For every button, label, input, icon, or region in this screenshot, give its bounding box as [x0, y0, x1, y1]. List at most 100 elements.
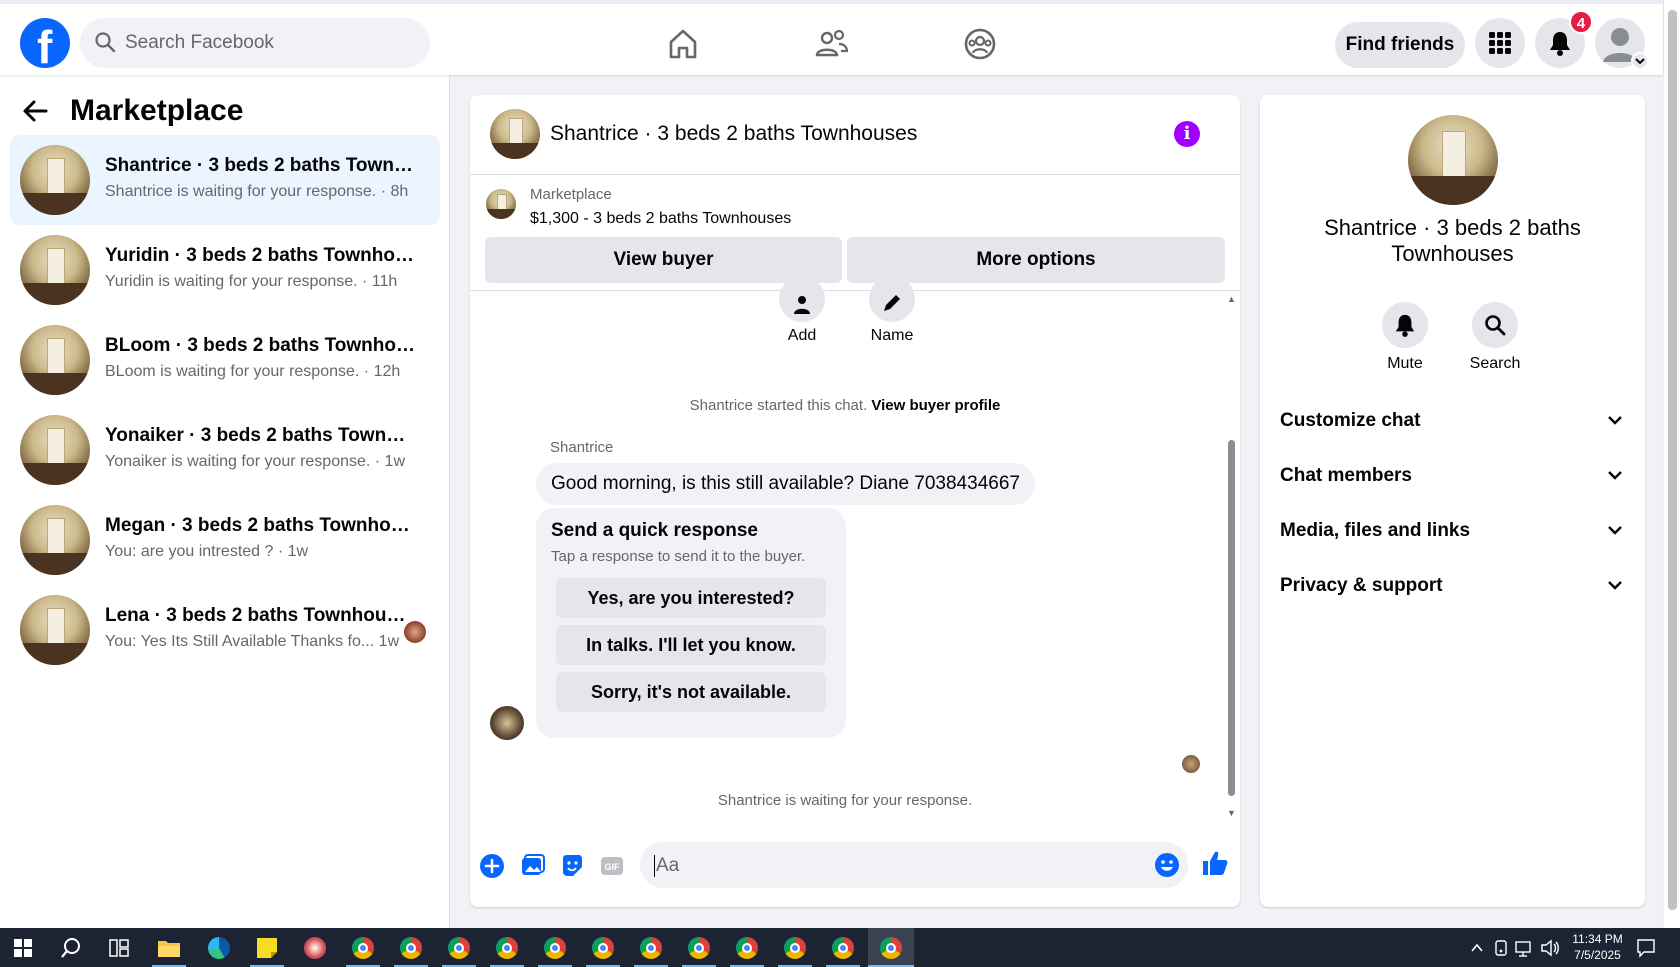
view-buyer-button[interactable]: View buyer [485, 237, 842, 283]
chrome-window[interactable] [724, 928, 770, 967]
listing-avatar [20, 505, 90, 575]
chat-title[interactable]: Shantrice · 3 beds 2 baths Townhouses [550, 122, 917, 146]
mute-button[interactable] [1382, 302, 1428, 348]
add-button[interactable] [779, 276, 825, 322]
chevron-down-icon [1608, 471, 1622, 480]
find-friends-button[interactable]: Find friends [1335, 22, 1465, 68]
chat-panel: Shantrice · 3 beds 2 baths Townhouses i … [470, 95, 1240, 907]
sticky-notes-app[interactable] [244, 928, 290, 967]
chrome-window[interactable] [388, 928, 434, 967]
chat-members-section[interactable]: Chat members [1280, 455, 1625, 495]
chat-started-notice: Shantrice started this chat. View buyer … [470, 397, 1220, 414]
conversation-item[interactable]: Lena · 3 beds 2 baths Townhouses You: Ye… [10, 585, 440, 675]
cloud-app[interactable] [292, 928, 338, 967]
section-label: Chat members [1280, 465, 1412, 486]
chrome-window[interactable] [820, 928, 866, 967]
task-view-button[interactable] [96, 928, 142, 967]
notification-badge: 4 [1569, 10, 1593, 34]
chrome-window-active[interactable] [868, 928, 914, 967]
chrome-window[interactable] [340, 928, 386, 967]
chrome-window[interactable] [436, 928, 482, 967]
windows-taskbar: 11:34 PM 7/5/2025 [0, 928, 1680, 967]
chevron-up-icon[interactable] [1470, 941, 1484, 955]
listing-avatar [20, 415, 90, 485]
media-files-links-section[interactable]: Media, files and links [1280, 510, 1625, 550]
sticker-icon[interactable] [558, 852, 586, 880]
chrome-icon [544, 937, 566, 959]
scroll-up-arrow[interactable]: ▲ [1227, 294, 1236, 304]
conversation-item[interactable]: Yuridin · 3 beds 2 baths Townhouses Yuri… [10, 225, 440, 315]
chrome-window[interactable] [484, 928, 530, 967]
listing-avatar [20, 325, 90, 395]
app-icon [304, 937, 326, 959]
chrome-window[interactable] [772, 928, 818, 967]
conversation-preview: You: are you intrested ? · 1w [105, 543, 309, 560]
scroll-thumb[interactable] [1228, 440, 1235, 796]
message-scrollbar[interactable]: ▲ ▼ [1226, 292, 1236, 822]
view-buyer-profile-link[interactable]: View buyer profile [871, 397, 1000, 414]
account-button[interactable] [1595, 18, 1649, 70]
listing-avatar [20, 145, 90, 215]
facebook-logo[interactable]: f [20, 18, 70, 73]
top-navigation-bar: f Search Facebook Find friends 4 [0, 0, 1663, 75]
info-icon[interactable]: i [1174, 121, 1200, 147]
notification-center-icon[interactable] [1636, 938, 1656, 958]
profile-title: Shantrice · 3 beds 2 baths Townhouses [1324, 215, 1581, 266]
name-button[interactable] [869, 276, 915, 322]
conversation-item[interactable]: Yonaiker · 3 beds 2 baths Townhou... Yon… [10, 405, 440, 495]
add-label: Add [787, 327, 817, 344]
edge-app[interactable] [196, 928, 242, 967]
photo-icon[interactable] [518, 852, 546, 880]
search-input[interactable]: Search Facebook [80, 18, 430, 68]
emoji-icon[interactable] [1154, 852, 1180, 878]
message-bubble[interactable]: Good morning, is this still available? D… [536, 463, 1035, 505]
message-input[interactable]: Aa [640, 842, 1188, 888]
network-icon[interactable] [1515, 939, 1535, 957]
friends-icon[interactable] [812, 24, 852, 64]
back-arrow-icon[interactable] [22, 98, 48, 124]
groups-icon[interactable] [960, 24, 1000, 64]
customize-chat-section[interactable]: Customize chat [1280, 400, 1625, 440]
conversation-item[interactable]: Megan · 3 beds 2 baths Townhouses You: a… [10, 495, 440, 585]
plus-circle-icon[interactable] [478, 852, 506, 880]
chrome-icon [784, 937, 806, 959]
quick-response-option[interactable]: Yes, are you interested? [556, 578, 826, 618]
like-icon[interactable] [1200, 848, 1230, 878]
listing-price-title[interactable]: $1,300 - 3 beds 2 baths Townhouses [530, 210, 791, 228]
chrome-window[interactable] [580, 928, 626, 967]
search-icon [1485, 315, 1506, 336]
home-icon[interactable] [663, 24, 703, 64]
quick-response-option[interactable]: Sorry, it's not available. [556, 672, 826, 712]
page-scroll-thumb[interactable] [1668, 10, 1677, 910]
profile-avatar[interactable] [1408, 115, 1498, 205]
page-scrollbar[interactable] [1663, 0, 1680, 928]
conversation-item[interactable]: BLoom · 3 beds 2 baths Townhouses BLoom … [10, 315, 440, 405]
device-icon[interactable] [1493, 939, 1509, 957]
chrome-window[interactable] [628, 928, 674, 967]
chrome-window[interactable] [532, 928, 578, 967]
listing-avatar [20, 235, 90, 305]
file-explorer-app[interactable] [146, 928, 192, 967]
notifications-button[interactable]: 4 [1535, 10, 1593, 68]
chrome-icon [592, 937, 614, 959]
gif-icon[interactable]: GIF [598, 852, 626, 880]
volume-icon[interactable] [1540, 939, 1560, 957]
chrome-icon [448, 937, 470, 959]
taskbar-clock[interactable]: 11:34 PM 7/5/2025 [1570, 931, 1625, 963]
privacy-support-section[interactable]: Privacy & support [1280, 565, 1625, 605]
conversation-preview: You: Yes Its Still Available Thanks fo..… [105, 633, 400, 650]
search-in-chat-button[interactable] [1472, 302, 1518, 348]
chat-avatar[interactable] [490, 109, 540, 159]
start-button[interactable] [0, 928, 46, 967]
scroll-down-arrow[interactable]: ▼ [1227, 808, 1236, 818]
windows-icon [14, 939, 32, 957]
conversation-preview: Yonaiker is waiting for your response. ·… [105, 453, 405, 470]
chrome-icon [400, 937, 422, 959]
menu-grid-icon [1489, 32, 1511, 54]
conversation-item[interactable]: Shantrice · 3 beds 2 baths Townho... Sha… [10, 135, 440, 225]
chrome-window[interactable] [676, 928, 722, 967]
taskbar-search-button[interactable] [48, 928, 94, 967]
menu-button[interactable] [1475, 18, 1525, 68]
quick-response-option[interactable]: In talks. I'll let you know. [556, 625, 826, 665]
more-options-button[interactable]: More options [847, 237, 1225, 283]
